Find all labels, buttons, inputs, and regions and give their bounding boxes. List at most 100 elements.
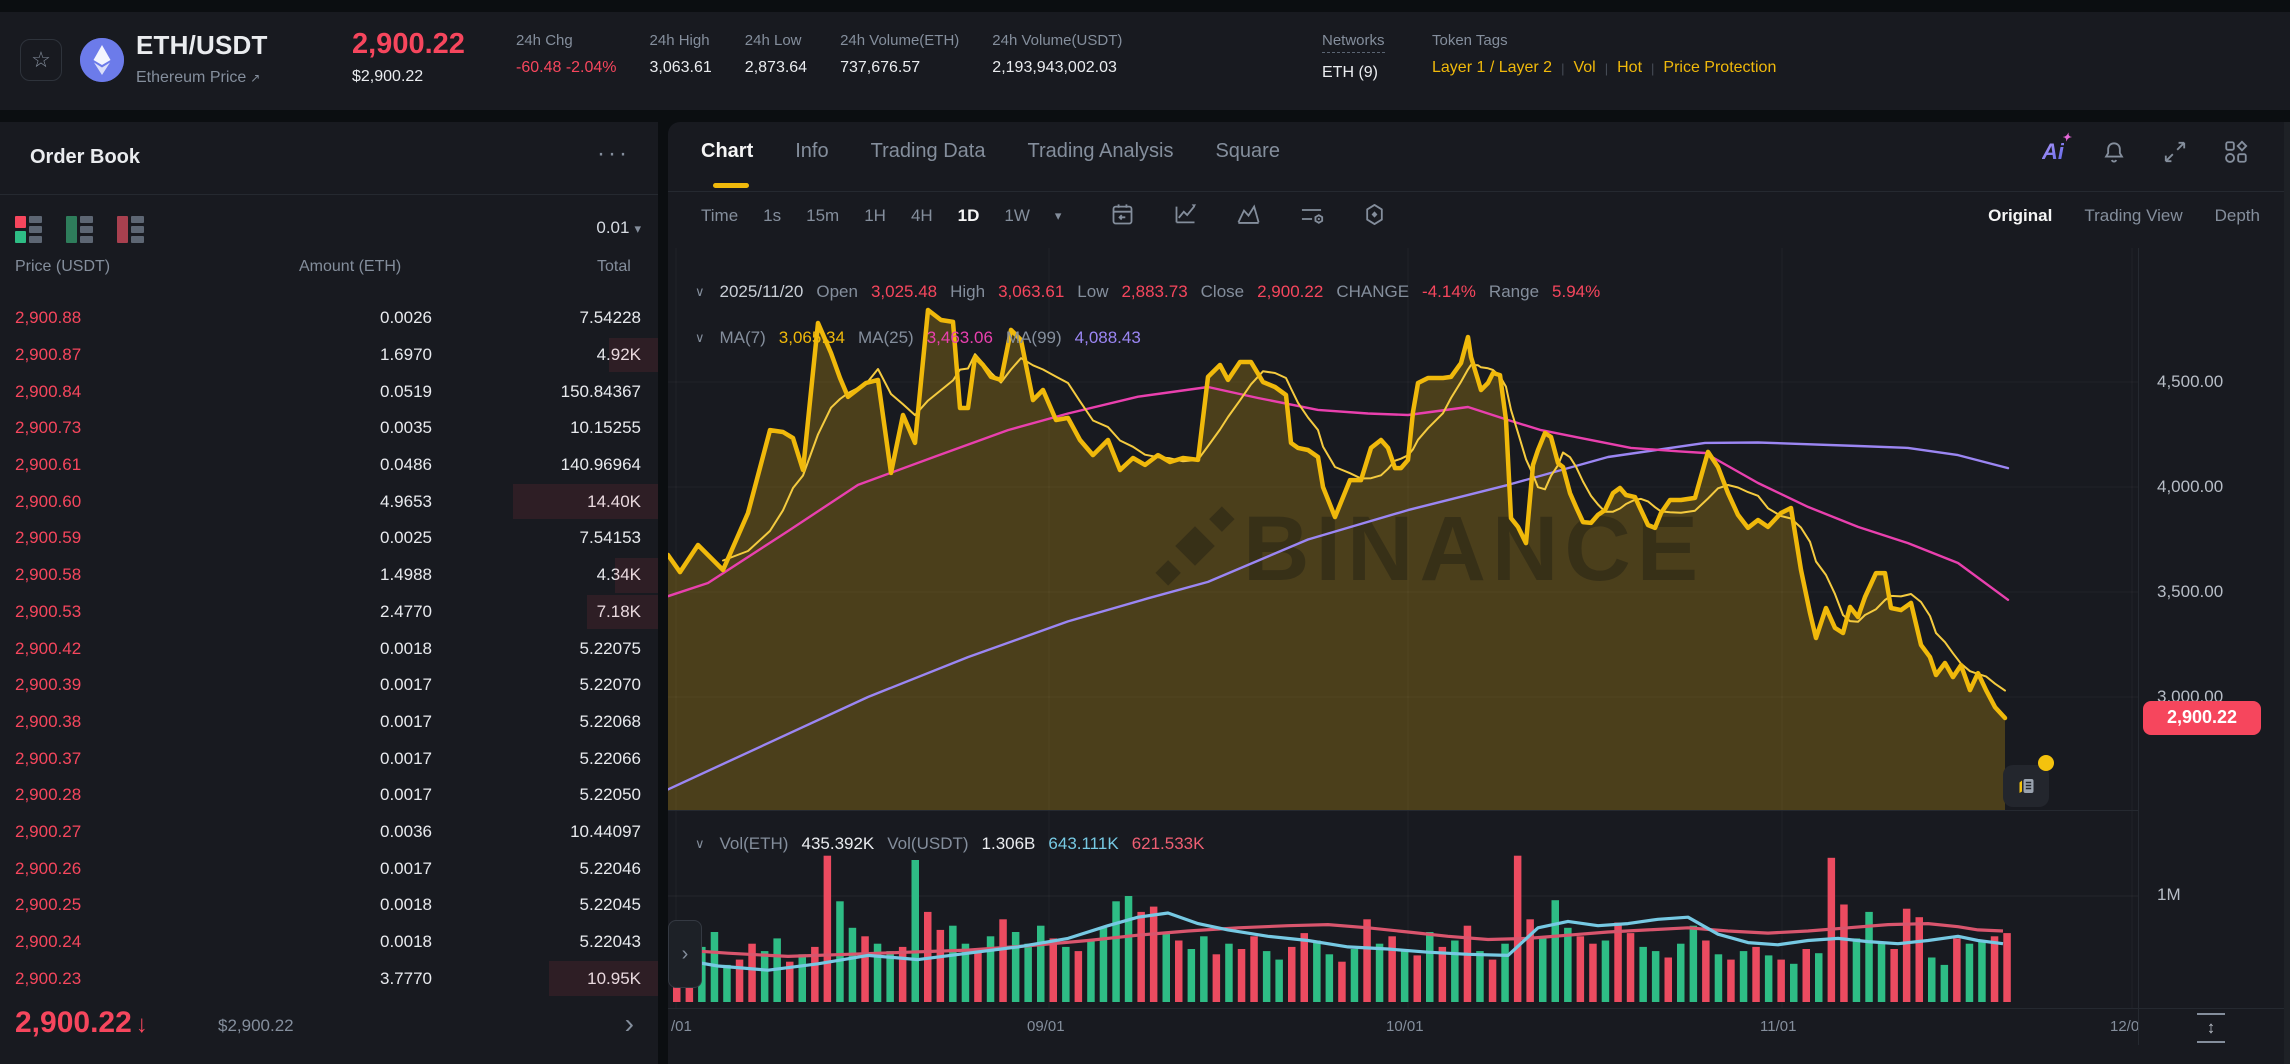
last-trade-usd: $2,900.22 — [218, 1016, 294, 1035]
ai-assistant-icon[interactable]: Ai ✦ — [2039, 132, 2071, 166]
interval-time[interactable]: Time — [701, 206, 738, 226]
svg-text:BINANCE: BINANCE — [1243, 498, 1704, 600]
expand-panel-button[interactable]: › — [668, 920, 702, 988]
coin-price-link[interactable]: Ethereum Price ↗ — [136, 69, 268, 87]
notification-bell-icon[interactable] — [2100, 138, 2128, 166]
order-book-ask-row[interactable]: 2,900.53 2.4770 7.18K — [0, 594, 658, 631]
tab-trading-data[interactable]: Trading Data — [871, 140, 986, 163]
axis-corner: ↕ — [2138, 1008, 2290, 1045]
fullscreen-expand-icon[interactable] — [2161, 138, 2189, 166]
apps-grid-icon[interactable] — [2222, 138, 2250, 166]
overlay-chart-icon[interactable] — [1234, 200, 1262, 228]
legend-item: Vol(ETH) — [719, 834, 789, 853]
depth-bar — [587, 594, 658, 630]
tab-trading-analysis[interactable]: Trading Analysis — [1027, 140, 1173, 163]
ask-price: 2,900.88 — [15, 308, 82, 328]
chevron-right-icon[interactable]: › — [625, 1008, 634, 1040]
token-tag-link[interactable]: Hot — [1617, 59, 1642, 77]
ask-total: 5.22068 — [579, 711, 641, 731]
interval-1w[interactable]: 1W — [1004, 206, 1030, 226]
token-tag-link[interactable]: Price Protection — [1663, 59, 1776, 77]
interval-dropdown-icon[interactable]: ▾ — [1055, 208, 1062, 224]
order-book-menu-icon[interactable]: ··· — [597, 140, 630, 168]
order-book-ask-row[interactable]: 2,900.59 0.0025 7.54153 — [0, 520, 658, 557]
token-tags-label: Token Tags — [1432, 32, 1508, 49]
token-tag-link[interactable]: Vol — [1573, 59, 1595, 77]
collapse-vol-icon[interactable]: ∨ — [695, 836, 705, 852]
interval-1h[interactable]: 1H — [864, 206, 886, 226]
networks-label: Networks — [1322, 32, 1385, 53]
view-original[interactable]: Original — [1988, 206, 2052, 226]
tab-info[interactable]: Info — [795, 140, 828, 163]
ask-price: 2,900.25 — [15, 895, 82, 915]
ask-amount: 1.6970 — [380, 345, 432, 365]
price-axis[interactable]: 4,500.00 4,000.00 3,500.00 3,000.00 1M 2,90… — [2138, 248, 2290, 1008]
fit-scale-icon[interactable]: ↕ — [2197, 1013, 2225, 1043]
networks-block[interactable]: Networks ETH (9) — [1322, 32, 1385, 82]
history-calendar-icon[interactable] — [1108, 200, 1136, 228]
tag-separator: | — [1561, 60, 1565, 76]
order-book-ask-row[interactable]: 2,900.84 0.0519 150.84367 — [0, 373, 658, 410]
interval-1s[interactable]: 1s — [763, 206, 781, 226]
col-amount: Amount (ETH) — [299, 258, 402, 275]
book-view-buy-icon[interactable] — [66, 216, 93, 243]
order-book-ask-row[interactable]: 2,900.27 0.0036 10.44097 — [0, 814, 658, 851]
interval-1d[interactable]: 1D — [958, 206, 980, 226]
interval-15m[interactable]: 15m — [806, 206, 839, 226]
order-book-ask-row[interactable]: 2,900.58 1.4988 4.34K — [0, 557, 658, 594]
ask-total: 4.34K — [596, 565, 641, 585]
order-book-ask-row[interactable]: 2,900.88 0.0026 7.54228 — [0, 300, 658, 337]
order-book-ask-row[interactable]: 2,900.61 0.0486 140.96964 — [0, 447, 658, 484]
precision-selector[interactable]: 0.01 ▾ — [596, 218, 641, 238]
tab-square[interactable]: Square — [1215, 140, 1280, 163]
chart-style-icon[interactable] — [1171, 200, 1199, 228]
pair-title: ETH/USDT — [136, 30, 268, 60]
legend-item: 1.306B — [981, 834, 1036, 853]
legend-item: MA(7) — [719, 328, 766, 347]
ask-total: 7.54153 — [579, 528, 641, 548]
ask-amount: 0.0017 — [380, 748, 432, 768]
interval-4h[interactable]: 4H — [911, 206, 933, 226]
legend-item: High — [950, 282, 986, 301]
time-axis[interactable]: /01 09/01 10/01 11/01 12/0 — [668, 1008, 2138, 1045]
ask-amount: 0.0486 — [380, 455, 432, 475]
order-book-ask-row[interactable]: 2,900.42 0.0018 5.22075 — [0, 630, 658, 667]
tab-chart[interactable]: Chart — [701, 140, 753, 163]
ask-amount: 0.0018 — [380, 638, 432, 658]
order-book-ask-row[interactable]: 2,900.73 0.0035 10.15255 — [0, 410, 658, 447]
ask-price: 2,900.73 — [15, 418, 82, 438]
order-book-ask-row[interactable]: 2,900.87 1.6970 4.92K — [0, 337, 658, 374]
indicator-settings-icon[interactable] — [1297, 200, 1325, 228]
book-view-both-icon[interactable] — [15, 216, 42, 243]
ask-total: 5.22045 — [579, 895, 641, 915]
order-book-ask-row[interactable]: 2,900.38 0.0017 5.22068 — [0, 704, 658, 741]
order-book-ask-row[interactable]: 2,900.39 0.0017 5.22070 — [0, 667, 658, 704]
news-feed-icon[interactable] — [2003, 765, 2049, 807]
scrollbar[interactable] — [2284, 122, 2290, 1064]
collapse-ma-icon[interactable]: ∨ — [695, 330, 705, 346]
order-book-ask-row[interactable]: 2,900.24 0.0018 5.22043 — [0, 924, 658, 961]
view-trading-view[interactable]: Trading View — [2084, 206, 2182, 226]
ask-amount: 2.4770 — [380, 601, 432, 621]
order-book-ask-row[interactable]: 2,900.25 0.0018 5.22045 — [0, 887, 658, 924]
token-tag-link[interactable]: Layer 1 / Layer 2 — [1432, 59, 1552, 77]
legend-item: 3,065.34 — [778, 328, 845, 347]
target-marker-icon[interactable] — [1360, 200, 1388, 228]
order-book-ask-row[interactable]: 2,900.23 3.7770 10.95K — [0, 960, 658, 997]
view-depth[interactable]: Depth — [2215, 206, 2260, 226]
volume-legend: ∨ Vol(ETH) 435.392K Vol(USDT) 1.306B 643.111K… — [695, 834, 1204, 854]
price-axis-tick: 4,500.00 — [2157, 371, 2224, 391]
stat-label: 24h Chg — [516, 32, 573, 49]
order-book-ask-row[interactable]: 2,900.60 4.9653 14.40K — [0, 483, 658, 520]
collapse-ohlc-icon[interactable]: ∨ — [695, 284, 705, 300]
ohlc-legend: ∨ 2025/11/20 Open 3,025.48 High 3,063.61 Low 2,… — [695, 282, 1600, 302]
order-book-ask-row[interactable]: 2,900.26 0.0017 5.22046 — [0, 850, 658, 887]
order-book-ask-row[interactable]: 2,900.28 0.0017 5.22050 — [0, 777, 658, 814]
favorite-star-button[interactable]: ☆ — [20, 39, 62, 81]
order-book-ask-row[interactable]: 2,900.37 0.0017 5.22066 — [0, 740, 658, 777]
legend-item: 2025/11/20 — [719, 282, 804, 301]
book-view-sell-icon[interactable] — [117, 216, 144, 243]
ask-price: 2,900.84 — [15, 381, 82, 401]
order-book-asks: 2,900.88 0.0026 7.54228 2,900.87 1.6970 4.92K… — [0, 300, 658, 997]
ask-total: 5.22046 — [579, 858, 641, 878]
